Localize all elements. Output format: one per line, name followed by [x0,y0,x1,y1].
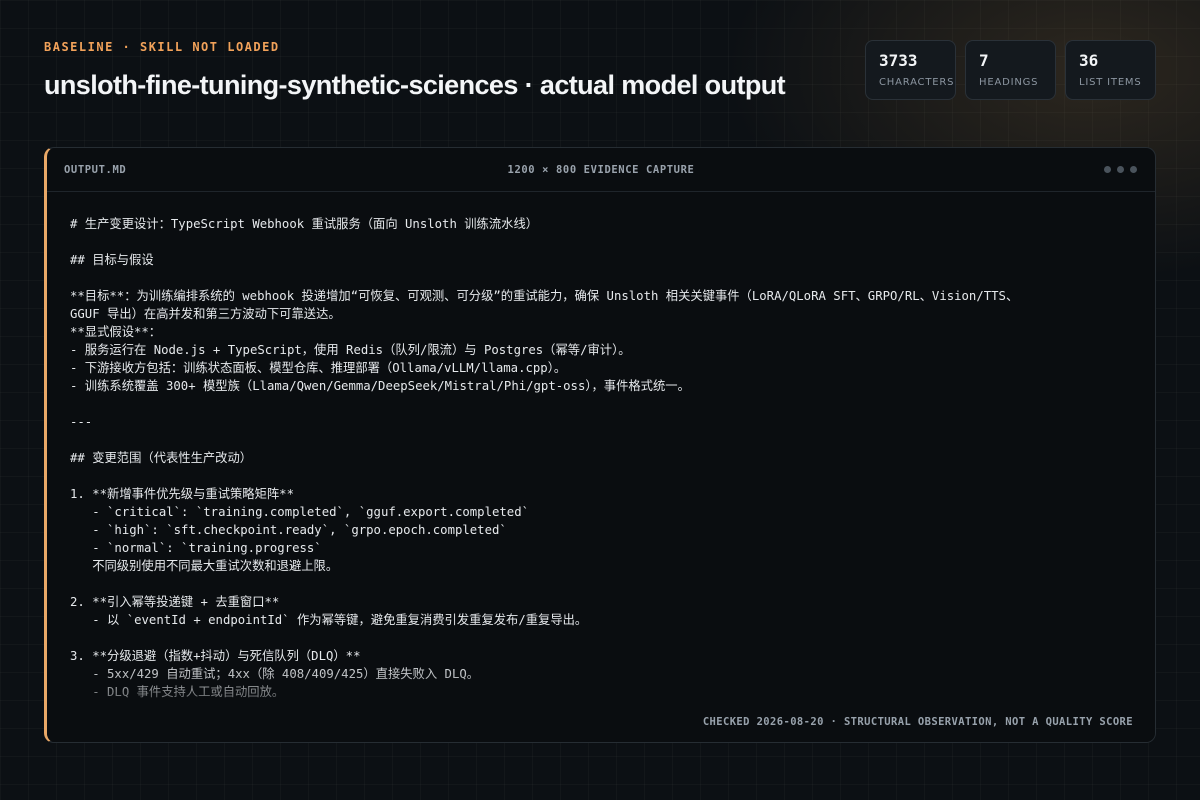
baseline-label: BASELINE · SKILL NOT LOADED [44,40,280,54]
stat-value: 3733 [879,51,918,70]
output-panel: OUTPUT.MD 1200 × 800 EVIDENCE CAPTURE # … [44,147,1156,743]
stat-value: 36 [1079,51,1099,70]
dot-icon [1117,166,1124,173]
dot-icon [1130,166,1137,173]
footer-note: CHECKED 2026-08-20 · STRUCTURAL OBSERVAT… [702,716,1133,728]
panel-header: OUTPUT.MD 1200 × 800 EVIDENCE CAPTURE [47,148,1155,192]
markdown-output: # 生产变更设计：TypeScript Webhook 重试服务（面向 Unsl… [70,217,1019,699]
panel-caption: 1200 × 800 EVIDENCE CAPTURE [507,164,695,176]
dot-icon [1104,166,1111,173]
stat-label: HEADINGS [979,77,1039,88]
more-options-icon[interactable] [1104,166,1137,173]
stat-card-list-items: 36 LIST ITEMS [1065,40,1156,100]
stat-value: 7 [979,51,989,70]
page-title: unsloth-fine-tuning-synthetic-sciences ·… [44,70,786,100]
stat-card-characters: 3733 CHARACTERS [865,40,956,100]
stat-label: LIST ITEMS [1079,77,1142,88]
stats-group: 3733 CHARACTERS 7 HEADINGS 36 LIST ITEMS [865,40,1156,100]
stat-card-headings: 7 HEADINGS [965,40,1056,100]
stat-label: CHARACTERS [879,77,955,88]
